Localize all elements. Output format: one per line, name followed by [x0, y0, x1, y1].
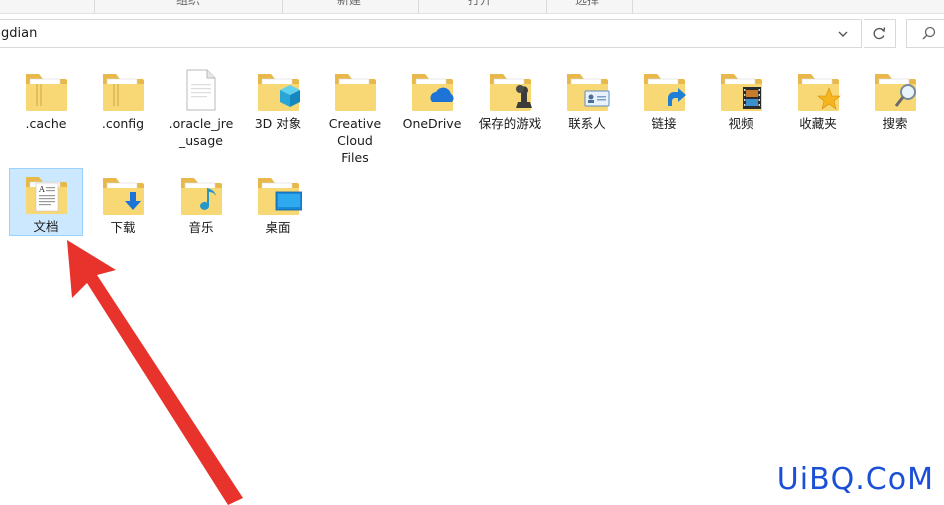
- watermark: UiBQ.CoM: [776, 462, 934, 497]
- red-arrow-annotation: [67, 240, 243, 505]
